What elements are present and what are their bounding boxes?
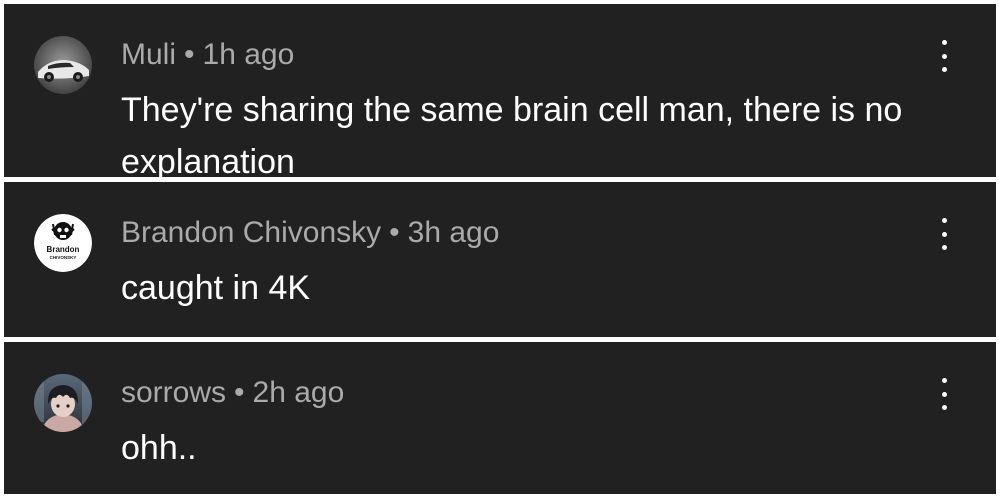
comment-meta: Muli • 1h ago	[121, 36, 294, 74]
more-vert-icon[interactable]	[932, 378, 956, 410]
comment-card: Brandon CHIVONSKY Brandon Chivonsky • 3h a…	[4, 182, 996, 337]
car-avatar-icon	[34, 36, 92, 94]
skull-logo-avatar-icon: Brandon CHIVONSKY	[34, 214, 92, 272]
avatar-text: Brandon	[47, 245, 80, 254]
author-name[interactable]: sorrows	[121, 376, 226, 409]
comment-meta: sorrows • 2h ago	[121, 374, 344, 412]
user-avatar[interactable]	[34, 36, 92, 94]
comment-text: ohh..	[121, 429, 197, 467]
author-name[interactable]: Muli	[121, 38, 176, 71]
author-name[interactable]: Brandon Chivonsky	[121, 216, 381, 249]
timestamp: 1h ago	[202, 38, 295, 71]
avatar-text: CHIVONSKY	[50, 255, 77, 260]
meta-separator: •	[234, 376, 245, 409]
comment-card: sorrows • 2h ago ohh..	[4, 342, 996, 494]
timestamp: 2h ago	[252, 376, 345, 409]
user-avatar[interactable]	[34, 374, 92, 432]
comment-meta: Brandon Chivonsky • 3h ago	[121, 214, 499, 252]
more-vert-icon[interactable]	[932, 218, 956, 250]
anime-character-avatar-icon	[34, 374, 92, 432]
user-avatar[interactable]: Brandon CHIVONSKY	[34, 214, 92, 272]
comment-text: caught in 4K	[121, 269, 311, 307]
comment-text: They're sharing the same brain cell man,…	[121, 91, 903, 177]
comment-card: Muli • 1h ago They're sharing the same bra…	[4, 4, 996, 177]
meta-separator: •	[184, 38, 195, 71]
timestamp: 3h ago	[407, 216, 500, 249]
meta-separator: •	[389, 216, 400, 249]
more-vert-icon[interactable]	[932, 40, 956, 72]
